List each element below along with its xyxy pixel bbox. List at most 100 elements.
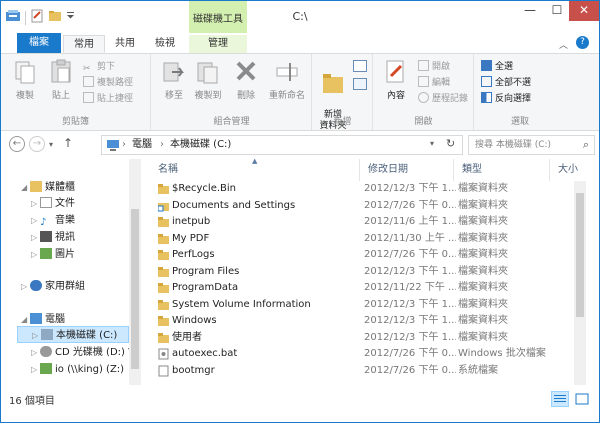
expand-icon[interactable]: ▷	[21, 278, 30, 295]
expand-icon[interactable]: ▷	[31, 195, 40, 212]
table-row[interactable]: inetpub 2012/11/6 上午 1... 檔案資料夾	[142, 214, 572, 231]
new-folder-icon[interactable]	[48, 9, 62, 26]
network-drive-icon	[40, 363, 52, 374]
close-button[interactable]: ✕	[569, 1, 599, 21]
maximize-button[interactable]: ☐	[544, 1, 570, 21]
table-row[interactable]: 使用者 2012/12/3 下午 1... 檔案資料夾	[142, 330, 572, 347]
refresh-icon[interactable]: ↻	[446, 137, 455, 150]
details-view-button[interactable]	[551, 391, 569, 407]
recent-locations-icon[interactable]: ▾	[49, 140, 53, 149]
nav-music[interactable]: ▷ ♪ 音樂	[31, 212, 75, 229]
minimize-button[interactable]: —	[517, 1, 543, 21]
select-all-button[interactable]: 全選	[481, 60, 513, 74]
tab-home[interactable]: 常用	[63, 35, 105, 53]
move-to-button[interactable]: 移至	[156, 58, 192, 101]
rename-button[interactable]: 重新命名	[264, 58, 310, 101]
expand-icon[interactable]: ▷	[31, 361, 40, 378]
search-box[interactable]: 搜尋 本機磁碟 (C:) ⌕	[468, 135, 595, 155]
history-button[interactable]: 歷程記錄	[418, 92, 468, 106]
properties-button[interactable]: 內容	[378, 58, 414, 101]
open-group-label: 開啟	[414, 117, 433, 127]
address-dropdown-icon[interactable]: ▾	[430, 139, 434, 148]
nav-cd-drive[interactable]: ▷ CD 光碟機 (D:) V	[31, 344, 135, 361]
collapse-icon[interactable]: ◢	[21, 179, 30, 196]
copy-path-button[interactable]: 複製路徑	[83, 76, 133, 90]
column-date[interactable]: 修改日期	[360, 159, 454, 181]
app-icon[interactable]	[5, 9, 21, 26]
table-row[interactable]: $Recycle.Bin 2012/12/3 下午 1... 檔案資料夾	[142, 181, 572, 198]
table-row[interactable]: My PDF 2012/11/30 上午 ... 檔案資料夾	[142, 231, 572, 248]
expand-icon[interactable]: ▷	[31, 344, 40, 361]
status-bar: 16 個項目	[1, 386, 599, 422]
back-button[interactable]: ←	[9, 136, 25, 152]
history-icon	[418, 92, 429, 103]
tab-share[interactable]: 共用	[107, 35, 143, 53]
tab-file[interactable]: 檔案	[17, 33, 61, 53]
edit-label: 編輯	[432, 78, 451, 88]
properties-icon[interactable]	[30, 9, 44, 26]
table-row[interactable]: bootmgr 2012/7/26 下午 0... 系統檔案	[142, 363, 572, 380]
delete-button[interactable]: 刪除	[228, 58, 264, 101]
column-name[interactable]: 名稱	[150, 159, 360, 181]
table-row[interactable]: Documents and Settings 2012/7/26 下午 0... 檔…	[142, 198, 572, 215]
column-type[interactable]: 類型	[454, 159, 550, 181]
select-none-button[interactable]: 全部不選	[481, 76, 531, 90]
nav-local-disk[interactable]: ▷ 本機磁碟 (C:)	[17, 326, 129, 343]
search-icon[interactable]: ⌕	[583, 136, 589, 154]
table-row[interactable]: Program Files 2012/12/3 下午 1... 檔案資料夾	[142, 264, 572, 281]
file-name: ProgramData	[172, 282, 239, 293]
table-row[interactable]: Windows 2012/12/3 下午 1... 檔案資料夾	[142, 313, 572, 330]
folder-icon	[158, 249, 169, 261]
new-item-icon[interactable]	[353, 60, 367, 72]
tab-view[interactable]: 檢視	[147, 35, 183, 53]
batch-file-icon	[158, 348, 169, 360]
delete-icon	[234, 58, 258, 86]
nav-pictures[interactable]: ▷ 圖片	[31, 246, 75, 263]
table-row[interactable]: ProgramData 2012/11/22 下午 ... 檔案資料夾	[142, 280, 572, 297]
easy-access-icon[interactable]	[353, 78, 367, 90]
expand-icon[interactable]: ▷	[32, 327, 41, 344]
open-button[interactable]: 開啟	[418, 60, 450, 74]
qat-dropdown-icon[interactable]	[66, 9, 75, 26]
copy-button[interactable]: 複製	[7, 58, 43, 101]
nav-pane-scrollbar[interactable]	[129, 159, 141, 385]
expand-icon[interactable]: ▷	[31, 246, 40, 263]
minimize-ribbon-icon[interactable]: ︿	[559, 38, 568, 51]
paste-shortcut-button[interactable]: 貼上捷徑	[83, 92, 133, 106]
rename-label: 重新命名	[268, 91, 305, 101]
file-list-scroll-thumb[interactable]	[576, 193, 584, 317]
folder-icon	[158, 332, 169, 344]
tab-manage[interactable]: 管理	[189, 35, 247, 53]
table-row[interactable]: autoexec.bat 2012/7/26 下午 0... Windows 批次檔…	[142, 346, 572, 363]
edit-button[interactable]: 編輯	[418, 76, 450, 90]
expand-icon[interactable]: ▷	[31, 212, 40, 229]
address-bar[interactable]: › 電腦 › 本機磁碟 (C:) ▾ ↻	[101, 135, 463, 155]
file-name: Program Files	[172, 265, 240, 277]
table-row[interactable]: System Volume Information 2012/12/3 下午 1.…	[142, 297, 572, 314]
forward-button[interactable]: →	[29, 136, 45, 152]
nav-network-drive[interactable]: ▷ io (\\king) (Z:)	[31, 361, 124, 378]
copy-to-button[interactable]: 複製到	[190, 58, 226, 101]
file-type: 系統檔案	[458, 364, 498, 376]
file-name: Windows	[172, 315, 217, 326]
breadcrumb-local-disk[interactable]: 本機磁碟 (C:)	[170, 138, 231, 152]
nav-libraries[interactable]: ◢ 媒體櫃	[21, 179, 75, 196]
folder-icon	[158, 233, 169, 245]
column-size[interactable]: 大小	[550, 159, 599, 181]
nav-libraries-label: 媒體櫃	[45, 182, 75, 193]
up-button[interactable]: ↑	[63, 136, 73, 150]
file-list-scrollbar[interactable]	[574, 181, 586, 385]
local-disk-icon	[41, 329, 53, 340]
table-row[interactable]: PerfLogs 2012/7/26 下午 0... 檔案資料夾	[142, 247, 572, 264]
invert-selection-button[interactable]: 反向選擇	[481, 92, 531, 106]
paste-button[interactable]: 貼上	[43, 58, 79, 101]
nav-documents[interactable]: ▷ 文件	[31, 195, 75, 212]
cut-button[interactable]: ✂ 剪下	[83, 60, 115, 74]
expand-icon[interactable]: ▷	[31, 229, 40, 246]
nav-pane-scroll-thumb[interactable]	[131, 209, 139, 369]
breadcrumb-computer[interactable]: 電腦	[132, 138, 152, 152]
nav-videos[interactable]: ▷ 視訊	[31, 229, 75, 246]
help-icon[interactable]: ?	[576, 36, 589, 49]
large-icons-view-button[interactable]	[573, 391, 591, 407]
nav-homegroup[interactable]: ▷ 家用群組	[21, 278, 85, 295]
